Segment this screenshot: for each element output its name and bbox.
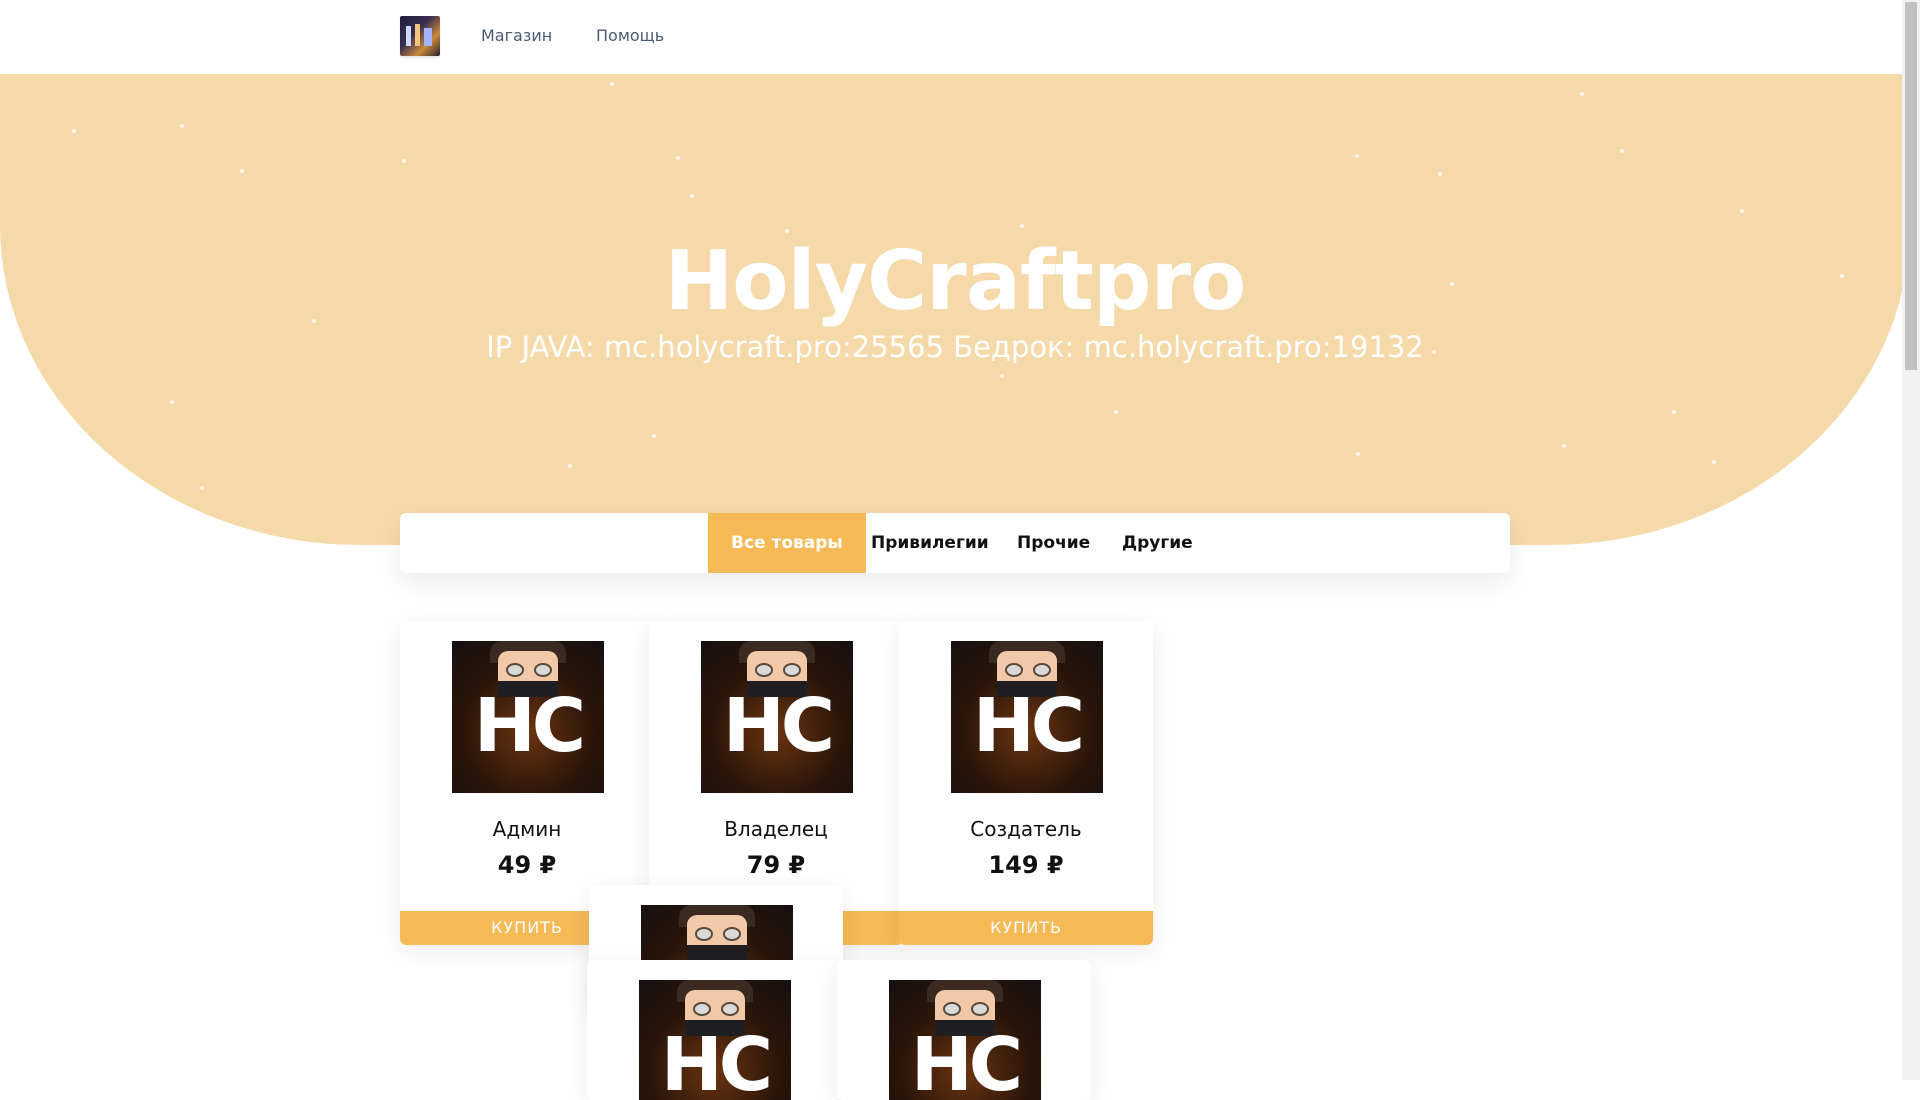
top-navbar: Магазин Помощь <box>0 0 1902 74</box>
tab-misc[interactable]: Прочие <box>1017 513 1090 573</box>
product-card: HC Создатель 149 ₽ КУПИТЬ <box>899 621 1153 945</box>
nav-link-shop[interactable]: Магазин <box>481 26 552 45</box>
product-image: HC <box>951 641 1103 793</box>
product-name: Владелец <box>724 817 828 841</box>
page-scrollbar[interactable] <box>1902 0 1920 1080</box>
category-tabs: Все товары Привилегии Прочие Другие <box>400 513 1510 573</box>
product-image: HC <box>701 641 853 793</box>
product-price: 49 ₽ <box>497 851 557 879</box>
tab-all-products[interactable]: Все товары <box>708 513 866 573</box>
product-image: HC <box>639 980 791 1100</box>
server-ip-info: IP JAVA: mc.holycraft.pro:25565 Бедрок: … <box>486 330 1424 364</box>
tab-privileges[interactable]: Привилегии <box>871 513 989 573</box>
scrollbar-thumb[interactable] <box>1905 2 1917 370</box>
product-card: HC <box>587 960 841 1100</box>
product-name: Админ <box>492 817 562 841</box>
product-image: HC <box>452 641 604 793</box>
tab-other[interactable]: Другие <box>1122 513 1193 573</box>
product-price: 79 ₽ <box>746 851 806 879</box>
product-image: HC <box>889 980 1041 1100</box>
hero-banner: HolyCraftpro IP JAVA: mc.holycraft.pro:2… <box>0 74 1910 545</box>
nav-link-help[interactable]: Помощь <box>596 26 664 45</box>
buy-button[interactable]: КУПИТЬ <box>899 911 1153 945</box>
hero-title: HolyCraftpro <box>664 234 1247 329</box>
site-logo[interactable] <box>400 16 440 56</box>
product-price: 149 ₽ <box>988 851 1064 879</box>
product-name: Создатель <box>970 817 1082 841</box>
product-card: HC <box>837 960 1091 1100</box>
